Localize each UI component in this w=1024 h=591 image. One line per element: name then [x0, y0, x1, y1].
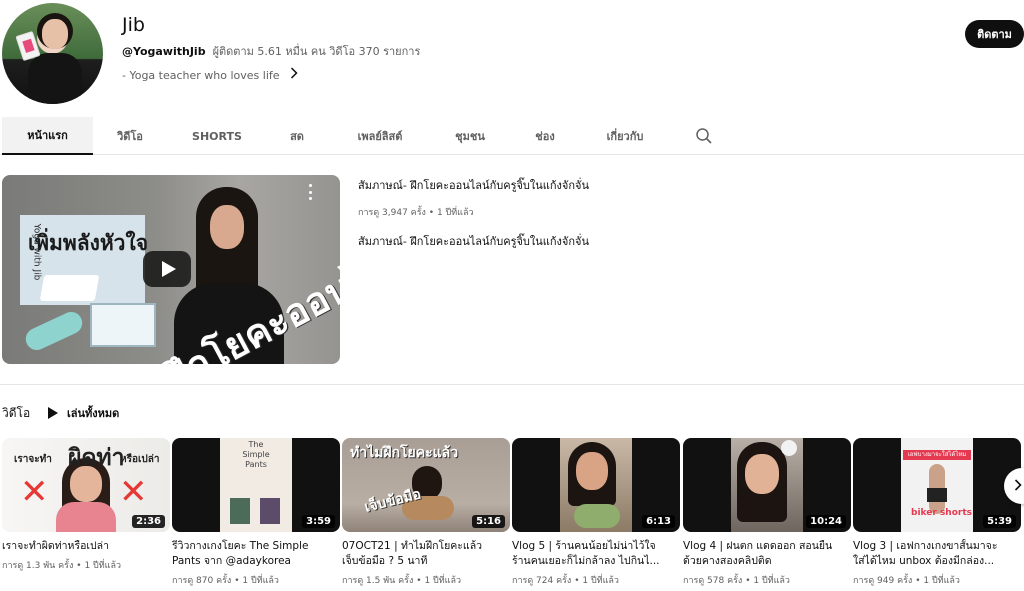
video-thumbnail[interactable]: เราจะทำ ผิดท่า หรือเปล่า ✕ ✕ 2:36: [2, 438, 170, 532]
chevron-right-icon: [290, 67, 298, 83]
video-duration: 2:36: [132, 515, 165, 528]
featured-thumb-text: เพิ่มพลังหัวใจ: [28, 231, 149, 255]
video-stats: การดู 724 ครั้ง • 1 ปีที่แล้ว: [512, 576, 619, 586]
featured-video-title[interactable]: สัมภาษณ์- ฝึกโยคะออนไลน์กับครูจิ๊บในแก้ง…: [358, 176, 589, 194]
video-title[interactable]: Vlog 3 | เอฟกางเกงขาสั้นมาจะ ใส่ได้ไหม un…: [853, 539, 1021, 569]
play-all-button[interactable]: เล่นทั้งหมด: [48, 404, 119, 422]
video-title[interactable]: เราจะทำผิดท่าหรือเปล่า: [2, 539, 170, 554]
video-duration: 5:16: [472, 515, 505, 528]
channel-avatar[interactable]: [2, 3, 103, 104]
play-all-label: เล่นทั้งหมด: [67, 407, 120, 420]
video-duration: 3:59: [302, 515, 335, 528]
channel-meta: @YogawithJib ผู้ติดตาม 5.61 หมื่น คน วิด…: [122, 42, 420, 60]
channel-description[interactable]: - Yoga teacher who loves life: [122, 67, 298, 83]
play-icon: [48, 407, 58, 419]
video-stats: การดู 949 ครั้ง • 1 ปีที่แล้ว: [853, 576, 960, 586]
video-card[interactable]: The Simple Pants 3:59 รีวิวกางเกงโยคะ The …: [172, 438, 340, 587]
play-icon: [161, 261, 176, 277]
video-stats: การดู 1.5 พัน ครั้ง • 1 ปีที่แล้ว: [342, 576, 462, 586]
tab-playlists[interactable]: เพลย์ลิสต์: [340, 117, 420, 155]
subscribe-button[interactable]: ติดตาม: [965, 20, 1024, 48]
featured-video-description: สัมภาษณ์- ฝึกโยคะออนไลน์กับครูจิ๊บในแก้ง…: [358, 235, 589, 248]
tab-channels[interactable]: ช่อง: [520, 117, 570, 155]
search-icon[interactable]: [695, 127, 713, 145]
video-title[interactable]: Vlog 5 | ร้านคนน้อยไม่น่าไว้ใจ ร้านคนเยอะ…: [512, 539, 680, 569]
video-card[interactable]: เราจะทำ ผิดท่า หรือเปล่า ✕ ✕ 2:36 เราจะท…: [2, 438, 170, 572]
video-duration: 6:13: [642, 515, 675, 528]
channel-tabs: หน้าแรก วิดีโอ SHORTS สด เพลย์ลิสต์ ชุมช…: [0, 117, 1024, 155]
tab-videos[interactable]: วิดีโอ: [93, 117, 167, 155]
chevron-right-icon: [1014, 478, 1022, 494]
featured-video-stats: การดู 3,947 ครั้ง • 1 ปีที่แล้ว: [358, 208, 474, 218]
video-card[interactable]: 6:13 Vlog 5 | ร้านคนน้อยไม่น่าไว้ใจ ร้านค…: [512, 438, 680, 587]
channel-description-text: - Yoga teacher who loves life: [122, 68, 280, 82]
featured-thumb-watermark: Yoga with Jib: [31, 223, 42, 281]
section-divider: [0, 384, 1024, 385]
channel-name: Jib: [122, 14, 145, 36]
channel-handle: @YogawithJib: [122, 45, 206, 58]
video-thumbnail[interactable]: The Simple Pants 3:59: [172, 438, 340, 532]
video-title[interactable]: 07OCT21 | ทำไมฝึกโยคะแล้ว เจ็บข้อมือ ? 5 …: [342, 539, 510, 569]
kebab-icon[interactable]: [306, 184, 314, 200]
channel-counts: ผู้ติดตาม 5.61 หมื่น คน วิดีโอ 370 รายกา…: [212, 45, 421, 58]
video-card[interactable]: ทำไมฝึกโยคะแล้ว เจ็บข้อมือ 5:16 07OCT21 …: [342, 438, 510, 587]
videos-section-title[interactable]: วิดีโอ: [2, 404, 30, 423]
video-card[interactable]: 10:24 Vlog 4 | ฝนตก แดดออก สอนยืน ด้วยคาง…: [683, 438, 851, 587]
video-thumbnail[interactable]: เอฟบางมาจะใส่ได้ไหม biker shorts 5:39: [853, 438, 1021, 532]
tab-about[interactable]: เกี่ยวกับ: [590, 117, 660, 155]
video-stats: การดู 578 ครั้ง • 1 ปีที่แล้ว: [683, 576, 790, 586]
tab-live[interactable]: สด: [270, 117, 324, 155]
video-thumbnail[interactable]: 10:24: [683, 438, 851, 532]
channel-header: Jib @YogawithJib ผู้ติดตาม 5.61 หมื่น คน…: [0, 0, 1024, 116]
video-thumbnail[interactable]: 6:13: [512, 438, 680, 532]
video-card[interactable]: เอฟบางมาจะใส่ได้ไหม biker shorts 5:39 Vl…: [853, 438, 1021, 587]
video-stats: การดู 1.3 พัน ครั้ง • 1 ปีที่แล้ว: [2, 561, 122, 571]
tab-shorts[interactable]: SHORTS: [180, 117, 254, 155]
tab-community[interactable]: ชุมชน: [440, 117, 500, 155]
video-title[interactable]: รีวิวกางเกงโยคะ The Simple Pants จาก @ada…: [172, 539, 340, 569]
video-duration: 5:39: [983, 515, 1016, 528]
tab-home[interactable]: หน้าแรก: [2, 117, 93, 155]
play-button[interactable]: [143, 251, 191, 287]
video-thumbnail[interactable]: ทำไมฝึกโยคะแล้ว เจ็บข้อมือ 5:16: [342, 438, 510, 532]
video-title[interactable]: Vlog 4 | ฝนตก แดดออก สอนยืน ด้วยคางสองคลิ…: [683, 539, 851, 569]
video-duration: 10:24: [806, 515, 846, 528]
video-stats: การดู 870 ครั้ง • 1 ปีที่แล้ว: [172, 576, 279, 586]
